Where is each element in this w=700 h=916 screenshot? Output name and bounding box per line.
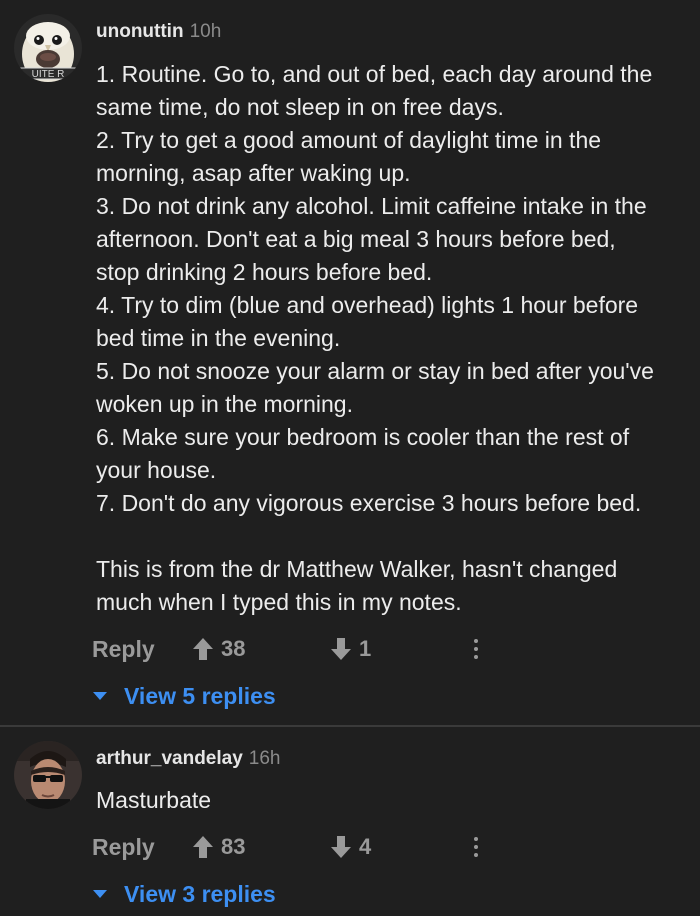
comment-line: your house. [96, 457, 217, 483]
comment-line: 6. Make sure your bedroom is cooler than… [96, 424, 630, 450]
comment-line: Masturbate [96, 787, 212, 813]
comment-line: 5. Do not snooze your alarm or stay in b… [96, 358, 654, 384]
upvote-button[interactable]: 38 [192, 631, 245, 667]
more-options-icon[interactable] [466, 635, 486, 663]
downvote-count: 4 [359, 834, 372, 859]
more-options-icon[interactable] [466, 833, 486, 861]
timestamp: 16h [248, 748, 281, 769]
reply-button[interactable]: Reply [92, 631, 155, 667]
comment-line: 3. Do not drink any alcohol. Limit caffe… [96, 193, 647, 219]
comment-line: 2. Try to get a good amount of daylight … [96, 127, 602, 153]
comment-header: unonuttin 10h [96, 20, 221, 44]
comment-line: afternoon. Don't eat a big meal 3 hours … [96, 226, 616, 252]
comment-line: woken up in the morning. [96, 391, 353, 417]
upvote-arrow-icon [193, 836, 213, 858]
username[interactable]: unonuttin [96, 21, 184, 42]
view-replies-label: View 3 replies [124, 880, 276, 907]
comment-line: 4. Try to dim (blue and overhead) lights… [96, 292, 639, 318]
comment-actions: Reply 83 4 [0, 829, 700, 865]
avatar-badge-text: UITE R [32, 69, 65, 80]
comment-line: much when I typed this in my notes. [96, 589, 462, 615]
username[interactable]: arthur_vandelay [96, 748, 243, 769]
view-replies-button[interactable]: View 5 replies [92, 681, 276, 711]
downvote-button[interactable]: 4 [330, 829, 371, 865]
downvote-arrow-icon [331, 638, 351, 660]
upvote-count: 83 [221, 834, 246, 859]
view-replies-label: View 5 replies [124, 682, 276, 709]
downvote-count: 1 [359, 636, 372, 661]
downvote-arrow-icon [331, 836, 351, 858]
comment-line: This is from the dr Matthew Walker, hasn… [96, 556, 618, 582]
sunglasses-man-avatar[interactable] [14, 741, 82, 809]
comment-actions: Reply 38 1 [0, 631, 700, 667]
comment-header: arthur_vandelay 16h [96, 747, 281, 771]
comment-line: 7. Don't do any vigorous exercise 3 hour… [96, 490, 642, 516]
timestamp: 10h [189, 21, 222, 42]
comment-line: stop drinking 2 hours before bed. [96, 259, 433, 285]
comment-line: morning, asap after waking up. [96, 160, 411, 186]
comment-line: same time, do not sleep in on free days. [96, 94, 504, 120]
reply-button[interactable]: Reply [92, 829, 155, 865]
view-replies-button[interactable]: View 3 replies [92, 879, 276, 909]
upvote-count: 38 [221, 636, 246, 661]
comment: UITE R unonuttin 10h 1. Routine. Go to, a… [0, 0, 700, 725]
caret-down-icon [93, 692, 107, 700]
comment: arthur_vandelay 16h Masturbate Reply 83 4 [0, 727, 700, 916]
comment-line: 1. Routine. Go to, and out of bed, each … [96, 61, 653, 87]
comment-line: bed time in the evening. [96, 325, 341, 351]
upvote-button[interactable]: 83 [192, 829, 245, 865]
downvote-button[interactable]: 1 [330, 631, 371, 667]
caret-down-icon [93, 890, 107, 898]
owl-avatar[interactable]: UITE R [14, 14, 82, 82]
comment-body: 1. Routine. Go to, and out of bed, each … [96, 58, 686, 619]
upvote-arrow-icon [193, 638, 213, 660]
comment-body: Masturbate [96, 784, 686, 817]
